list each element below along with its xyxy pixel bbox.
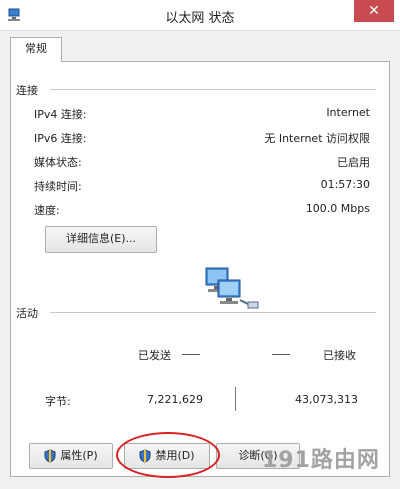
speed-value: 100.0 Mbps	[305, 202, 370, 215]
connection-section-title: 连接	[16, 84, 38, 97]
properties-label: 属性(P)	[60, 449, 98, 462]
sent-label: 已发送	[138, 349, 171, 362]
network-computers-icon	[205, 267, 259, 309]
close-button[interactable]: ✕	[354, 0, 394, 22]
bytes-divider	[235, 387, 236, 411]
ipv4-value: Internet	[326, 106, 370, 119]
general-panel	[10, 61, 390, 477]
highlight-ellipse	[116, 432, 220, 478]
bytes-received-value: 43,073,313	[295, 393, 358, 406]
window-title: 以太网 状态	[165, 11, 235, 26]
bytes-sent-value: 7,221,629	[147, 393, 203, 406]
media-state-label: 媒体状态:	[34, 156, 82, 169]
properties-button[interactable]: 属性(P)	[29, 443, 113, 469]
ipv6-value: 无 Internet 访问权限	[264, 132, 370, 145]
bytes-label: 字节:	[45, 395, 71, 408]
ipv6-label: IPv6 连接:	[34, 132, 87, 145]
duration-label: 持续时间:	[34, 180, 82, 193]
sent-dash	[182, 354, 200, 355]
section-divider	[50, 89, 376, 90]
ipv4-label: IPv4 连接:	[34, 108, 87, 121]
received-label: 已接收	[323, 349, 356, 362]
activity-section-title: 活动	[16, 307, 38, 320]
speed-label: 速度:	[34, 204, 60, 217]
media-state-value: 已启用	[337, 156, 370, 169]
duration-value: 01:57:30	[320, 178, 370, 191]
uac-shield-icon	[44, 449, 56, 463]
received-dash	[272, 354, 290, 355]
details-button[interactable]: 详细信息(E)...	[45, 226, 157, 253]
title-bar: 以太网 状态 ✕	[0, 0, 400, 31]
watermark: 191路由网	[262, 448, 380, 473]
tab-general[interactable]: 常规	[10, 37, 62, 62]
